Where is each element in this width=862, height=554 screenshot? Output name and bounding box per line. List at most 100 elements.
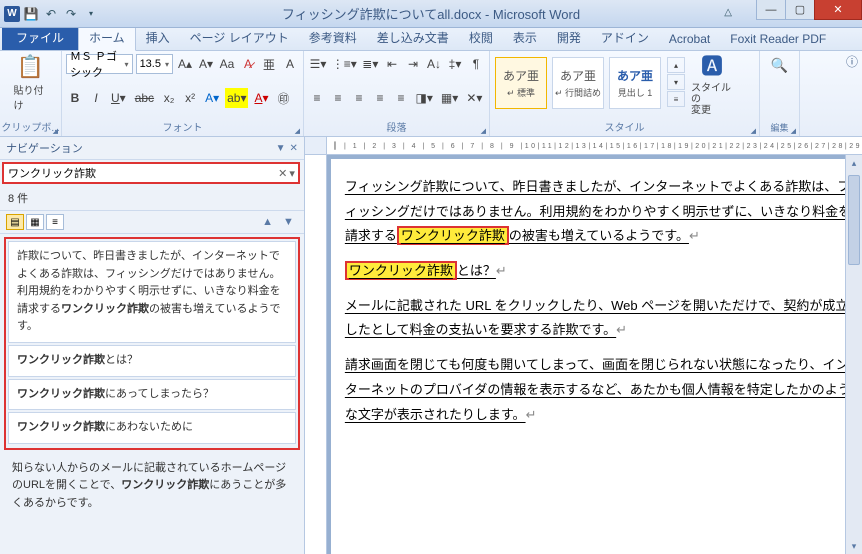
multilevel-button[interactable]: ≣▾ (361, 54, 380, 74)
minimize-button[interactable]: — (756, 0, 786, 20)
nav-result-count: 8 件 (0, 186, 304, 211)
tab-references[interactable]: 参考資料 (299, 26, 367, 50)
align-justify-button[interactable]: ≡ (371, 88, 389, 108)
redo-icon[interactable]: ↷ (62, 5, 80, 23)
word-app-icon: W (4, 6, 20, 22)
nav-search-box[interactable]: ✕ ▾ (2, 162, 300, 184)
superscript-button[interactable]: x² (181, 88, 199, 108)
highlight-match: ワンクリック詐欺 (397, 226, 509, 245)
nav-result-overflow[interactable]: 知らない人からのメールに記載されているホームページのURLを開くことで、ワンクリ… (4, 454, 300, 519)
close-button[interactable]: ✕ (814, 0, 862, 20)
tab-developer[interactable]: 開発 (547, 26, 591, 50)
bold-button[interactable]: B (66, 88, 84, 108)
distributed-button[interactable]: ≡ (392, 88, 410, 108)
nav-dropdown-icon[interactable]: ▼ (276, 143, 286, 154)
indent-inc-button[interactable]: ⇥ (404, 54, 422, 74)
change-case-button[interactable]: Aa (218, 54, 236, 74)
text-effects-button[interactable]: A▾ (202, 88, 222, 108)
ribbon-min-icon[interactable]: △ (724, 7, 732, 18)
group-editing-label: 編集 (760, 121, 799, 136)
tab-view[interactable]: 表示 (503, 26, 547, 50)
horizontal-ruler[interactable]: ┃ | 1 | 2 | 3 | 4 | 5 | 6 | 7 | 8 | 9 |1… (327, 137, 862, 155)
nav-search-input[interactable] (4, 165, 278, 181)
scroll-thumb[interactable] (848, 175, 860, 265)
char-border-button[interactable]: A (281, 54, 299, 74)
font-name-select[interactable]: ＭＳ Ｐゴシック▾ (66, 54, 133, 74)
nav-result-item[interactable]: ワンクリック詐欺にあわないために (8, 412, 296, 444)
line-spacing-button[interactable]: ‡▾ (446, 54, 464, 74)
nav-view-results[interactable]: ≡ (46, 214, 64, 230)
align-center-button[interactable]: ≡ (329, 88, 347, 108)
show-marks-button[interactable]: ¶ (467, 54, 485, 74)
tab-foxit[interactable]: Foxit Reader PDF (720, 29, 836, 50)
scroll-up-icon[interactable]: ▴ (846, 155, 862, 171)
subscript-button[interactable]: x₂ (160, 88, 178, 108)
numbering-button[interactable]: ⋮≡▾ (331, 54, 358, 74)
change-styles-button[interactable]: 🅰 スタイルの 変更 (688, 53, 736, 111)
tab-insert[interactable]: 挿入 (136, 26, 180, 50)
vertical-scrollbar[interactable]: ▴ ▾ (845, 155, 862, 554)
tab-review[interactable]: 校閲 (459, 26, 503, 50)
tab-acrobat[interactable]: Acrobat (659, 29, 720, 50)
nav-result-item[interactable]: 詐欺について、昨日書きましたが、インターネットでよくある詐欺は、フィッシングだけ… (8, 241, 296, 343)
highlight-button[interactable]: ab▾ (225, 88, 248, 108)
group-paragraph-label: 段落 (304, 119, 489, 136)
paste-icon: 📋 (17, 54, 44, 80)
clear-format-button[interactable]: A̷ (239, 54, 257, 74)
nav-result-item[interactable]: ワンクリック詐欺とは？ (8, 345, 296, 377)
strike-button[interactable]: abc (132, 88, 157, 108)
window-title: フィッシング詐欺についてall.docx - Microsoft Word (282, 4, 580, 23)
paste-button[interactable]: 📋 貼り付け (11, 54, 51, 112)
ruler-corner (305, 137, 327, 155)
search-dropdown-icon[interactable]: ▾ (289, 167, 295, 180)
shrink-font-button[interactable]: A▾ (197, 54, 215, 74)
underline-button[interactable]: U▾ (108, 88, 129, 108)
undo-icon[interactable]: ↶ (42, 5, 60, 23)
change-styles-icon: 🅰 (701, 49, 723, 81)
tab-file[interactable]: ファイル (2, 25, 78, 50)
styles-expand[interactable]: ≡ (667, 91, 685, 107)
nav-next-result[interactable]: ▼ (279, 216, 298, 228)
styles-scroll-down[interactable]: ▾ (667, 74, 685, 90)
font-color-button[interactable]: A▾ (251, 88, 271, 108)
styles-scroll-up[interactable]: ▴ (667, 57, 685, 73)
borders-button[interactable]: ▦▾ (438, 88, 460, 108)
title-bar: W 💾 ↶ ↷ ▾ フィッシング詐欺についてall.docx - Microso… (0, 0, 862, 28)
group-font-label: フォント (62, 119, 303, 136)
help-icon[interactable]: ⓘ (846, 53, 858, 70)
nav-result-item[interactable]: ワンクリック詐欺にあってしまったら？ (8, 379, 296, 411)
nav-view-pages[interactable]: ▦ (26, 214, 44, 230)
search-clear-icon[interactable]: ✕ (278, 167, 287, 180)
nav-results-list: 詐欺について、昨日書きましたが、インターネットでよくある詐欺は、フィッシングだけ… (0, 234, 304, 554)
bullets-button[interactable]: ☰▾ (308, 54, 328, 74)
enclose-button[interactable]: ㊞ (275, 88, 293, 108)
nav-prev-result[interactable]: ▲ (258, 216, 277, 228)
scroll-down-icon[interactable]: ▾ (846, 538, 862, 554)
align-right-button[interactable]: ≡ (350, 88, 368, 108)
style-normal[interactable]: あア亜 ↵ 標準 (495, 57, 547, 109)
align-left-button[interactable]: ≡ (308, 88, 326, 108)
font-size-select[interactable]: 13.5▾ (136, 54, 173, 74)
tab-addins[interactable]: アドイン (591, 26, 659, 50)
nav-close-icon[interactable]: ✕ (289, 143, 297, 154)
shading-button[interactable]: ◨▾ (413, 88, 435, 108)
tab-layout[interactable]: ページ レイアウト (180, 26, 299, 50)
maximize-button[interactable]: ▢ (785, 0, 815, 20)
grow-font-button[interactable]: A▴ (176, 54, 194, 74)
style-nospacing[interactable]: あア亜 ↵ 行間詰め (552, 57, 604, 109)
find-icon[interactable]: 🔍 (771, 57, 788, 74)
qat-dropdown-icon[interactable]: ▾ (82, 5, 100, 23)
document-page[interactable]: フィッシング詐欺について、昨日書きましたが、インターネットでよくある詐欺は、フィ… (331, 159, 862, 554)
nav-view-headings[interactable]: ▤ (6, 214, 24, 230)
sort-button[interactable]: A↓ (425, 54, 443, 74)
ribbon: ⓘ 📋 貼り付け クリップボ... ＭＳ Ｐゴシック▾ 13.5▾ A▴ A▾ … (0, 51, 862, 137)
style-heading1[interactable]: あア亜 見出し 1 (609, 57, 661, 109)
italic-button[interactable]: I (87, 88, 105, 108)
indent-dec-button[interactable]: ⇤ (383, 54, 401, 74)
vertical-ruler[interactable] (305, 155, 327, 554)
phonetic-button[interactable]: 亜 (260, 54, 278, 74)
save-icon[interactable]: 💾 (22, 5, 40, 23)
asian-layout-button[interactable]: ✕▾ (464, 88, 485, 108)
tab-mailings[interactable]: 差し込み文書 (367, 26, 459, 50)
highlight-match: ワンクリック詐欺 (345, 261, 457, 280)
